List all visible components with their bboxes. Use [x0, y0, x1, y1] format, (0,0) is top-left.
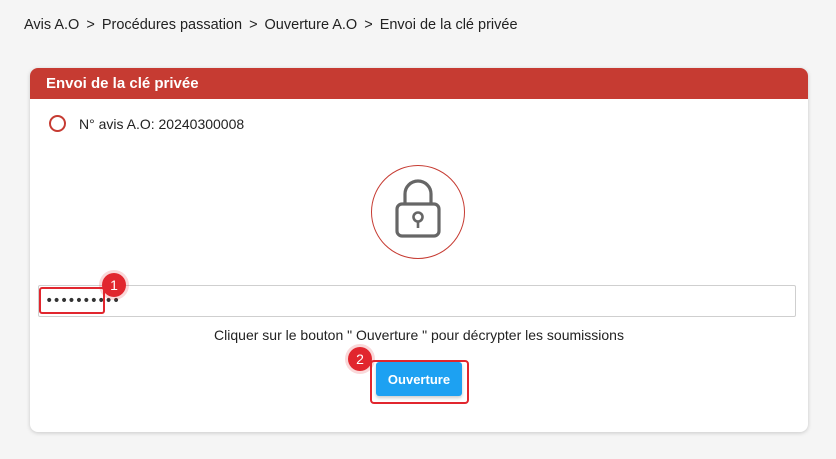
breadcrumb-separator: >	[249, 17, 258, 33]
annotation-badge-2: 2	[348, 347, 372, 371]
card-title: Envoi de la clé privée	[30, 68, 808, 99]
radio-button[interactable]	[49, 115, 66, 132]
breadcrumb-item-avis[interactable]: Avis A.O	[24, 17, 79, 33]
annotation-badge-1: 1	[102, 273, 126, 297]
lock-icon-container	[371, 165, 465, 259]
breadcrumb-item-procedures[interactable]: Procédures passation	[102, 17, 242, 33]
instruction-text: Cliquer sur le bouton " Ouverture " pour…	[214, 327, 624, 343]
ouverture-button[interactable]: Ouverture	[376, 362, 462, 396]
breadcrumb: Avis A.O > Procédures passation > Ouverture …	[24, 17, 518, 33]
avis-radio-option[interactable]: N° avis A.O: 20240300008	[49, 115, 244, 132]
breadcrumb-item-current: Envoi de la clé privée	[379, 17, 518, 33]
breadcrumb-separator: >	[86, 17, 95, 33]
private-key-card: Envoi de la clé privée N° avis A.O: 2024…	[30, 68, 808, 432]
private-key-input[interactable]	[38, 285, 796, 317]
avis-number-label: N° avis A.O: 20240300008	[79, 115, 245, 132]
breadcrumb-separator: >	[364, 17, 373, 33]
breadcrumb-item-ouverture[interactable]: Ouverture A.O	[265, 17, 358, 33]
lock-icon	[395, 179, 441, 238]
